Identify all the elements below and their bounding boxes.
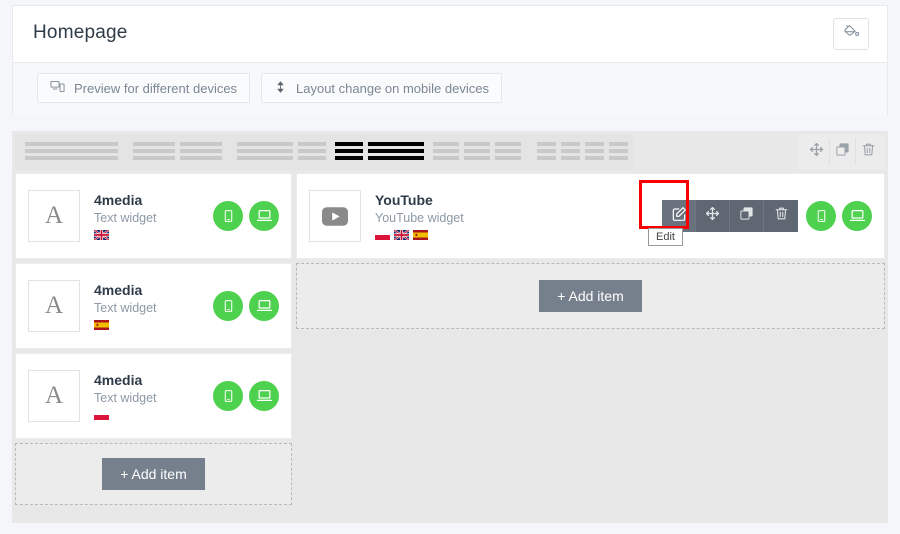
delete-button[interactable] bbox=[764, 200, 798, 232]
widget-name: 4media bbox=[94, 372, 143, 388]
widget-card[interactable]: YouTube YouTube widget Edit bbox=[296, 173, 885, 259]
desktop-visibility-button[interactable] bbox=[842, 201, 872, 231]
flag-pl-icon bbox=[375, 230, 390, 240]
add-item-dropzone-right[interactable]: + Add item bbox=[296, 263, 885, 329]
layout-option-2col-equal[interactable] bbox=[133, 142, 222, 160]
flag-uk-icon bbox=[394, 230, 409, 240]
column-right: YouTube YouTube widget Edit + Add item bbox=[296, 173, 885, 520]
layout-option-3col[interactable] bbox=[433, 142, 521, 160]
youtube-play-icon bbox=[309, 190, 361, 242]
device-buttons bbox=[213, 201, 279, 231]
paint-bucket-button[interactable] bbox=[833, 18, 869, 50]
layout-selector-bar bbox=[15, 134, 633, 170]
widget-card[interactable]: A 4media Text widget bbox=[15, 263, 292, 349]
text-widget-icon: A bbox=[28, 370, 80, 422]
move-button[interactable] bbox=[696, 200, 730, 232]
widget-type: Text widget bbox=[94, 211, 157, 225]
widget-name: 4media bbox=[94, 192, 143, 208]
move-icon bbox=[705, 206, 720, 226]
widget-card[interactable]: A 4media Text widget bbox=[15, 173, 292, 259]
text-widget-icon: A bbox=[28, 190, 80, 242]
trash-icon bbox=[861, 142, 876, 162]
add-item-button-left[interactable]: + Add item bbox=[102, 458, 205, 490]
preview-devices-button[interactable]: Preview for different devices bbox=[37, 73, 251, 103]
mobile-visibility-button[interactable] bbox=[213, 201, 243, 231]
widget-meta: 4media Text widget bbox=[94, 372, 213, 420]
flag-uk-icon bbox=[94, 230, 109, 240]
copy-icon bbox=[739, 206, 754, 226]
header-top-bar: Homepage bbox=[13, 6, 887, 63]
header-toolbar: Preview for different devices Layout cha… bbox=[13, 63, 887, 115]
layout-change-mobile-label: Layout change on mobile devices bbox=[296, 80, 489, 96]
copy-icon bbox=[835, 142, 850, 162]
widget-meta: 4media Text widget bbox=[94, 282, 213, 330]
desktop-visibility-button[interactable] bbox=[249, 381, 279, 411]
row-move-button[interactable] bbox=[803, 139, 829, 165]
layout-option-2col-wide-narrow[interactable] bbox=[237, 142, 326, 160]
layout-change-mobile-button[interactable]: Layout change on mobile devices bbox=[261, 73, 502, 103]
widget-type: Text widget bbox=[94, 301, 157, 315]
widget-meta: 4media Text widget bbox=[94, 192, 213, 240]
widget-languages bbox=[94, 230, 213, 240]
add-item-dropzone-left[interactable]: + Add item bbox=[15, 443, 292, 505]
device-buttons bbox=[806, 201, 872, 231]
flag-es-icon bbox=[413, 230, 428, 240]
widget-languages bbox=[94, 320, 213, 330]
widget-card[interactable]: A 4media Text widget bbox=[15, 353, 292, 439]
device-buttons bbox=[213, 381, 279, 411]
device-buttons bbox=[213, 291, 279, 321]
text-widget-icon: A bbox=[28, 280, 80, 332]
pencil-square-icon bbox=[671, 206, 687, 227]
flag-es-icon bbox=[94, 320, 109, 330]
trash-icon bbox=[774, 206, 789, 226]
row-delete-button[interactable] bbox=[855, 139, 881, 165]
add-item-button-right[interactable]: + Add item bbox=[539, 280, 642, 312]
widget-type: Text widget bbox=[94, 391, 157, 405]
flag-pl-icon bbox=[94, 410, 109, 420]
layout-option-1col[interactable] bbox=[25, 142, 118, 160]
row-duplicate-button[interactable] bbox=[829, 139, 855, 165]
desktop-visibility-button[interactable] bbox=[249, 201, 279, 231]
layout-option-4col[interactable] bbox=[537, 142, 628, 160]
widget-languages bbox=[94, 410, 213, 420]
mobile-visibility-button[interactable] bbox=[213, 291, 243, 321]
widget-type: YouTube widget bbox=[375, 211, 464, 225]
mobile-visibility-button[interactable] bbox=[806, 201, 836, 231]
columns-container: A 4media Text widget A 4media Text widge… bbox=[15, 173, 885, 520]
edit-tooltip: Edit bbox=[648, 228, 683, 246]
column-left: A 4media Text widget A 4media Text widge… bbox=[15, 173, 292, 520]
duplicate-button[interactable] bbox=[730, 200, 764, 232]
arrows-vertical-icon bbox=[274, 79, 287, 98]
move-icon bbox=[809, 142, 824, 162]
mobile-visibility-button[interactable] bbox=[213, 381, 243, 411]
desktop-visibility-button[interactable] bbox=[249, 291, 279, 321]
layout-option-2col-narrow-wide[interactable] bbox=[335, 142, 424, 160]
page-title: Homepage bbox=[33, 22, 128, 43]
header-panel: Homepage Preview for different devices L… bbox=[12, 5, 888, 115]
widget-name: YouTube bbox=[375, 192, 433, 208]
widget-languages bbox=[375, 230, 662, 240]
paint-bucket-icon bbox=[843, 23, 860, 45]
devices-icon bbox=[50, 79, 65, 97]
page-builder-area: A 4media Text widget A 4media Text widge… bbox=[12, 131, 888, 523]
widget-meta: YouTube YouTube widget bbox=[375, 192, 662, 240]
preview-devices-label: Preview for different devices bbox=[74, 80, 238, 96]
row-tools bbox=[799, 134, 885, 170]
widget-name: 4media bbox=[94, 282, 143, 298]
